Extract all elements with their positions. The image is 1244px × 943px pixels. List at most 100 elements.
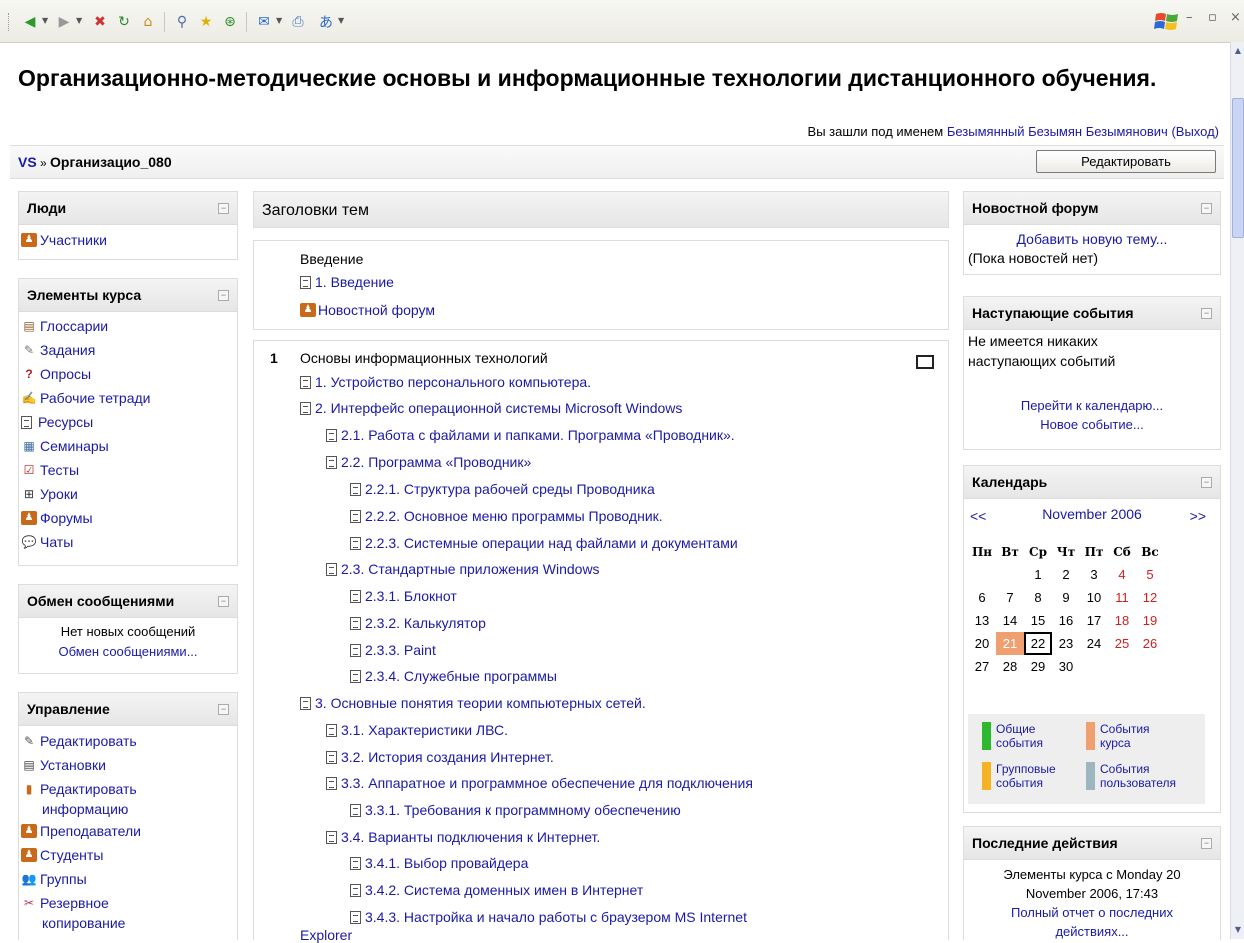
calendar-day[interactable]: 4 (1108, 563, 1136, 586)
back-dropdown-icon[interactable]: ▼ (42, 16, 48, 25)
add-topic-link[interactable]: Добавить новую тему... (964, 231, 1220, 247)
calendar-day[interactable]: 26 (1136, 632, 1164, 655)
language-icon[interactable]: あ (316, 12, 336, 32)
news-forum-link[interactable]: ♟ Новостной форум (300, 302, 435, 318)
participants-link[interactable]: ♟ Участники (21, 232, 107, 248)
collapse-icon[interactable]: − (218, 596, 229, 607)
resource-link[interactable]: 2.3.4. Служебные программы (350, 668, 557, 684)
seminars-link[interactable]: ▦ Семинары (21, 438, 108, 454)
calendar-day[interactable]: 12 (1136, 586, 1164, 609)
link-label[interactable]: Чаты (40, 534, 73, 550)
legend-label[interactable]: события (996, 776, 1043, 790)
link-label[interactable]: 2. Интерфейс операционной системы Micros… (315, 400, 682, 416)
backup-link[interactable]: ✂ Резервное (21, 895, 109, 911)
calendar-day[interactable]: 8 (1024, 586, 1052, 609)
home-icon[interactable]: ⌂ (138, 12, 158, 32)
lessons-link[interactable]: ⊞ Уроки (21, 486, 78, 502)
resource-link[interactable]: 1. Устройство персонального компьютера. (300, 374, 591, 390)
students-link[interactable]: ♟ Студенты (21, 847, 103, 863)
resource-link[interactable]: 3. Основные понятия теории компьютерных … (300, 695, 646, 711)
calendar-day[interactable]: 21 (996, 632, 1024, 655)
calendar-day[interactable]: 19 (1136, 609, 1164, 632)
calendar-link[interactable]: Перейти к календарю... (964, 398, 1220, 413)
scroll-down-icon[interactable]: ▼ (1232, 923, 1244, 937)
tests-link[interactable]: ☑ Тесты (21, 462, 79, 478)
calendar-month-link[interactable]: November 2006 (964, 506, 1220, 522)
resource-link[interactable]: 3.1. Характеристики ЛВС. (326, 722, 508, 738)
glossary-link[interactable]: ▤ Глоссарии (21, 318, 108, 334)
resource-link[interactable]: 2.2. Программа «Проводник» (326, 454, 531, 470)
legend-label[interactable]: События (1100, 722, 1150, 736)
messages-link[interactable]: Обмен сообщениями... (19, 644, 237, 659)
full-report-link[interactable]: Полный отчет о последних (964, 905, 1220, 920)
edit-link[interactable]: ✎ Редактировать (21, 733, 137, 749)
link-label[interactable]: Группы (40, 871, 87, 887)
link-label[interactable]: 2.1. Работа с файлами и папками. Програм… (341, 427, 735, 443)
link-label[interactable]: 2.3.3. Paint (365, 642, 436, 658)
resources-link[interactable]: Ресурсы (21, 414, 93, 430)
mail-dropdown-icon[interactable]: ▼ (276, 16, 282, 25)
calendar-day[interactable]: 22 (1024, 632, 1052, 655)
resource-link[interactable]: 3.4.1. Выбор провайдера (350, 855, 528, 871)
link-label[interactable]: 2.2.2. Основное меню программы Проводник… (365, 508, 663, 524)
link-label[interactable]: Студенты (40, 847, 103, 863)
new-event-link[interactable]: Новое событие... (964, 417, 1220, 432)
resource-link[interactable]: 2.2.2. Основное меню программы Проводник… (350, 508, 663, 524)
calendar-day[interactable]: 14 (996, 609, 1024, 632)
logout-link[interactable]: (Выход) (1171, 124, 1219, 139)
link-label[interactable]: Новостной форум (318, 302, 435, 318)
history-icon[interactable]: ⊛ (220, 12, 240, 32)
link-label[interactable]: Преподаватели (40, 823, 141, 839)
calendar-day[interactable]: 9 (1052, 586, 1080, 609)
link-label[interactable]: Редактировать (40, 733, 137, 749)
resource-link[interactable]: 3.4.3. Настройка и начало работы с брауз… (350, 909, 747, 925)
resource-link[interactable]: 2. Интерфейс операционной системы Micros… (300, 400, 682, 416)
resource-link[interactable]: 1. Введение (300, 274, 394, 290)
link-label[interactable]: 2.2. Программа «Проводник» (341, 454, 531, 470)
resource-link[interactable]: 2.2.3. Системные операции над файлами и … (350, 535, 738, 551)
forward-icon[interactable]: ▶ (54, 12, 74, 32)
link-label[interactable]: Редактировать (40, 781, 137, 797)
link-label[interactable]: 3.4.3. Настройка и начало работы с брауз… (365, 909, 747, 925)
calendar-day[interactable]: 10 (1080, 586, 1108, 609)
resource-link[interactable]: 2.3.3. Paint (350, 642, 436, 658)
teachers-link[interactable]: ♟ Преподаватели (21, 823, 141, 839)
legend-label[interactable]: курса (1100, 736, 1131, 750)
settings-link[interactable]: ▤ Установки (21, 757, 106, 773)
section-toggle-icon[interactable] (916, 355, 934, 369)
calendar-day[interactable]: 25 (1108, 632, 1136, 655)
link-label[interactable]: Форумы (40, 510, 93, 526)
legend-label[interactable]: Общие (996, 722, 1035, 736)
link-label[interactable]: 3.4. Варианты подключения к Интернет. (341, 829, 600, 845)
scroll-thumb[interactable] (1232, 98, 1244, 238)
forward-dropdown-icon[interactable]: ▼ (76, 16, 82, 25)
favorites-icon[interactable]: ★ (196, 12, 216, 32)
search-icon[interactable]: ⚲ (172, 12, 192, 32)
link-label[interactable]: Опросы (40, 366, 91, 382)
link-label[interactable]: 3.2. История создания Интернет. (341, 749, 554, 765)
calendar-day[interactable]: 30 (1052, 655, 1080, 678)
link-label[interactable]: 3.3. Аппаратное и программное обеспечени… (341, 775, 753, 791)
backup-link-line2[interactable]: копирование (42, 915, 125, 931)
calendar-day[interactable]: 23 (1052, 632, 1080, 655)
link-label[interactable]: Тесты (40, 462, 79, 478)
link-label[interactable]: 2.2.3. Системные операции над файлами и … (365, 535, 738, 551)
refresh-icon[interactable]: ↻ (114, 12, 134, 32)
edit-button[interactable]: Редактировать (1036, 150, 1216, 173)
resource-link-wrap[interactable]: Explorer (300, 927, 352, 943)
collapse-icon[interactable]: − (1201, 477, 1212, 488)
resource-link[interactable]: 3.4.2. Система доменных имен в Интернет (350, 882, 643, 898)
mail-icon[interactable]: ✉ (254, 12, 274, 32)
calendar-day[interactable]: 13 (968, 609, 996, 632)
resource-link[interactable]: 3.4. Варианты подключения к Интернет. (326, 829, 600, 845)
link-label[interactable]: 3.3.1. Требования к программному обеспеч… (365, 802, 681, 818)
calendar-day[interactable]: 1 (1024, 563, 1052, 586)
resource-link[interactable]: 2.3.2. Калькулятор (350, 615, 486, 631)
legend-label[interactable]: Групповые (996, 762, 1056, 776)
breadcrumb-root[interactable]: VS (18, 154, 37, 170)
link-label[interactable]: 3. Основные понятия теории компьютерных … (315, 695, 646, 711)
legend-label[interactable]: События (1100, 762, 1150, 776)
calendar-day[interactable]: 29 (1024, 655, 1052, 678)
link-label[interactable]: Задания (40, 342, 95, 358)
collapse-icon[interactable]: − (1201, 838, 1212, 849)
